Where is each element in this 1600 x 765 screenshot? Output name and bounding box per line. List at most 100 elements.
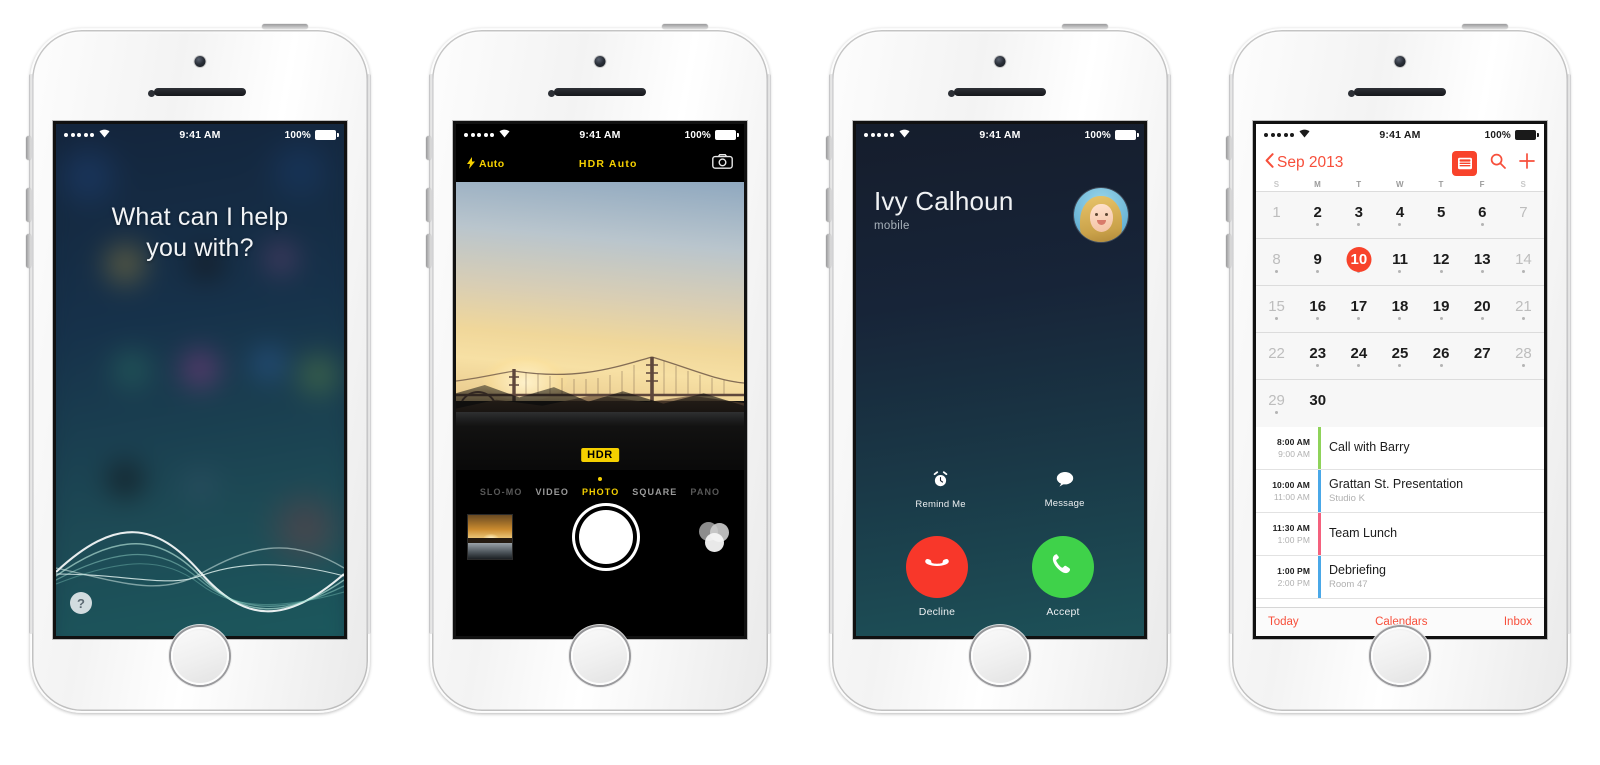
- calendar-day-13[interactable]: 13: [1462, 239, 1503, 285]
- power-button[interactable]: [1462, 24, 1508, 29]
- hdr-button[interactable]: HDR Auto: [579, 158, 638, 170]
- calendar-day-19[interactable]: 19: [1421, 286, 1462, 332]
- camera-mode-video[interactable]: VIDEO: [535, 487, 569, 497]
- calendar-day-event-dot: [1275, 316, 1279, 320]
- filter-button[interactable]: [699, 522, 733, 552]
- calendar-event-row[interactable]: 1:00 PM 2:00 PM Debriefing Room 47: [1256, 556, 1544, 599]
- list-view-icon[interactable]: [1452, 150, 1477, 176]
- volume-up-button[interactable]: [26, 188, 31, 222]
- calendar-day-23[interactable]: 23: [1297, 333, 1338, 379]
- flash-button[interactable]: Auto: [467, 156, 505, 172]
- calendar-day-1[interactable]: 1: [1256, 192, 1297, 238]
- calendar-day-5[interactable]: 5: [1421, 192, 1462, 238]
- camera-mode-photo[interactable]: PHOTO: [582, 487, 619, 497]
- calendar-day-30[interactable]: 30: [1297, 380, 1338, 427]
- camera-mode-square[interactable]: SQUARE: [632, 487, 677, 497]
- mute-switch[interactable]: [826, 136, 831, 160]
- calendar-day-number: 9: [1313, 250, 1322, 268]
- accept-circle[interactable]: [1032, 536, 1094, 598]
- calendar-day-6[interactable]: 6: [1462, 192, 1503, 238]
- calendar-day-event-dot: [1521, 316, 1525, 320]
- decline-button[interactable]: Decline: [906, 536, 968, 618]
- power-button[interactable]: [662, 24, 708, 29]
- home-button[interactable]: [571, 627, 629, 685]
- volume-up-button[interactable]: [826, 188, 831, 222]
- calendar-day-7[interactable]: 7: [1503, 192, 1544, 238]
- siri-prompt-line-1: What can I help: [111, 203, 289, 231]
- calendar-day-15[interactable]: 15: [1256, 286, 1297, 332]
- calendar-day-22[interactable]: 22: [1256, 333, 1297, 379]
- calendar-day-2[interactable]: 2: [1297, 192, 1338, 238]
- decline-circle[interactable]: [906, 536, 968, 598]
- battery-full-icon: [1115, 130, 1139, 140]
- power-button[interactable]: [262, 24, 308, 29]
- calendar-day-12[interactable]: 12: [1421, 239, 1462, 285]
- volume-down-button[interactable]: [426, 234, 431, 268]
- home-button[interactable]: [1371, 627, 1429, 685]
- camera-viewfinder[interactable]: HDR: [456, 182, 744, 470]
- calendar-day-3[interactable]: 3: [1338, 192, 1379, 238]
- message-button[interactable]: Message: [1045, 471, 1085, 510]
- volume-up-button[interactable]: [426, 188, 431, 222]
- home-button[interactable]: [171, 627, 229, 685]
- calendar-day-24[interactable]: 24: [1338, 333, 1379, 379]
- volume-up-button[interactable]: [1226, 188, 1231, 222]
- calendar-day-10[interactable]: 10: [1338, 239, 1379, 285]
- search-icon[interactable]: [1490, 153, 1506, 174]
- status-bar: 9:41 AM 100%: [1256, 124, 1544, 146]
- calendar-event-row[interactable]: 8:00 AM 9:00 AM Call with Barry: [1256, 427, 1544, 470]
- calendar-day-28[interactable]: 28: [1503, 333, 1544, 379]
- camera-mode-slo-mo[interactable]: SLO-MO: [480, 487, 523, 497]
- calendar-day-20[interactable]: 20: [1462, 286, 1503, 332]
- calendar-day-29[interactable]: 29: [1256, 380, 1297, 427]
- chamfer-right: [767, 74, 771, 634]
- calendar-day-16[interactable]: 16: [1297, 286, 1338, 332]
- calendar-day-21[interactable]: 21: [1503, 286, 1544, 332]
- camera-mode-selector[interactable]: SLO-MO VIDEO PHOTO SQUARE PANO: [456, 470, 744, 497]
- siri-help-button[interactable]: ?: [70, 592, 92, 614]
- plus-icon[interactable]: [1519, 152, 1535, 174]
- front-camera-icon: [1394, 56, 1406, 67]
- volume-down-button[interactable]: [1226, 234, 1231, 268]
- tab-inbox[interactable]: Inbox: [1504, 616, 1532, 628]
- calendar-day-18[interactable]: 18: [1379, 286, 1420, 332]
- mute-switch[interactable]: [26, 136, 31, 160]
- calendar-day-27[interactable]: 27: [1462, 333, 1503, 379]
- calendar-day-number: 13: [1473, 250, 1491, 268]
- calendar-day-9[interactable]: 9: [1297, 239, 1338, 285]
- camera-flip-icon[interactable]: [712, 154, 733, 174]
- calendar-event-row[interactable]: 10:00 AM 11:00 AM Grattan St. Presentation…: [1256, 470, 1544, 513]
- camera-mode-pano[interactable]: PANO: [690, 487, 720, 497]
- battery-full-icon: [715, 130, 739, 140]
- calendar-day-26[interactable]: 26: [1421, 333, 1462, 379]
- calendar-week-row: 22 23 24 25 26 27 28: [1256, 333, 1544, 380]
- remind-me-button[interactable]: Remind Me: [915, 471, 966, 510]
- calendar-day-8[interactable]: 8: [1256, 239, 1297, 285]
- volume-down-button[interactable]: [26, 234, 31, 268]
- decline-label: Decline: [918, 606, 956, 618]
- calendar-day-event-dot: [1316, 269, 1320, 273]
- calendar-day-event-dot: [1522, 223, 1525, 226]
- tab-today[interactable]: Today: [1268, 616, 1299, 628]
- siri-prompt: What can I help you with?: [56, 202, 344, 264]
- calendar-day-event-dot: [1398, 316, 1402, 320]
- home-button[interactable]: [971, 627, 1029, 685]
- calendar-day-25[interactable]: 25: [1379, 333, 1420, 379]
- wifi-icon: [499, 129, 510, 141]
- calendar-day-14[interactable]: 14: [1503, 239, 1544, 285]
- phone-icon: [1050, 552, 1076, 583]
- accept-button[interactable]: Accept: [1032, 536, 1094, 618]
- power-button[interactable]: [1062, 24, 1108, 29]
- calendar-day-17[interactable]: 17: [1338, 286, 1379, 332]
- calendar-day-11[interactable]: 11: [1379, 239, 1420, 285]
- volume-down-button[interactable]: [826, 234, 831, 268]
- shutter-button[interactable]: [575, 506, 637, 568]
- last-photo-thumbnail[interactable]: [467, 514, 513, 560]
- calendar-day-number: 25: [1391, 344, 1409, 362]
- mute-switch[interactable]: [426, 136, 431, 160]
- month-back-button[interactable]: Sep 2013: [1265, 153, 1343, 173]
- thumbnail-water: [468, 543, 512, 559]
- mute-switch[interactable]: [1226, 136, 1231, 160]
- calendar-event-row[interactable]: 11:30 AM 1:00 PM Team Lunch: [1256, 513, 1544, 556]
- calendar-day-4[interactable]: 4: [1379, 192, 1420, 238]
